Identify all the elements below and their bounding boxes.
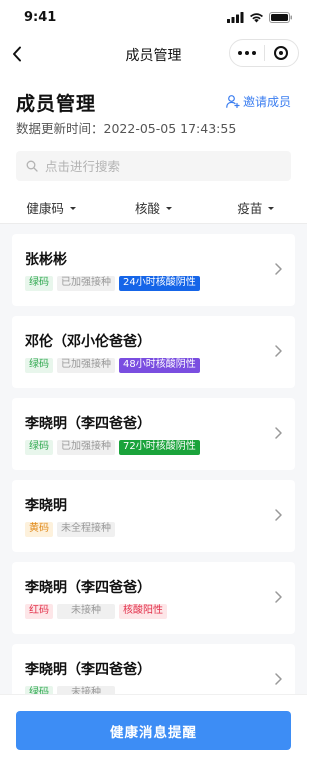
health-code-tag: 黄码 [25,522,53,537]
navigation-bar: 成员管理 [0,34,307,74]
data-update-time: 数据更新时间：2022-05-05 17:43:55 [16,118,236,137]
invite-member-button[interactable]: 邀请成员 [226,93,291,110]
search-icon [26,160,38,172]
signal-icon [227,12,244,23]
search-input[interactable] [45,158,265,174]
close-miniprogram-button[interactable] [264,40,298,66]
nucleic-acid-tag: 核酸阳性 [119,604,167,619]
vaccine-tag: 已加强接种 [57,358,115,373]
chevron-right-icon [275,591,282,603]
filter-label: 核酸 [134,201,160,216]
member-tags: 绿码 已加强接种 24小时核酸阴性 [25,276,200,291]
health-code-tag: 绿码 [25,358,53,373]
nucleic-acid-tag: 72小时核酸阴性 [119,440,200,455]
member-tags: 黄码 未全程接种 [25,522,115,537]
more-icon [237,51,242,55]
health-code-tag: 绿码 [25,276,53,291]
health-code-tag: 红码 [25,604,53,619]
vaccine-tag: 已加强接种 [57,276,115,291]
member-card[interactable]: 李晓明（李四爸爸） 绿码 未接种 [12,644,295,694]
nucleic-acid-tag: 24小时核酸阴性 [119,276,200,291]
member-name: 李晓明（李四爸爸） [25,580,151,596]
chevron-right-icon [275,673,282,685]
close-miniprogram-icon [274,46,289,60]
update-time-label: 数据更新时间： [16,121,104,136]
filter-vaccine[interactable]: 疫苗 [205,192,307,223]
member-name: 张彬彬 [25,252,67,268]
nucleic-acid-tag: 48小时核酸阴性 [119,358,200,373]
health-code-tag: 绿码 [25,440,53,455]
add-person-icon [226,95,240,108]
caret-down-icon [268,206,275,210]
member-name: 邓伦（邓小伦爸爸） [25,334,151,350]
caret-down-icon [69,206,76,210]
health-code-tag: 绿码 [25,686,53,694]
member-card[interactable]: 李晓明（李四爸爸） 绿码 已加强接种 72小时核酸阴性 [12,398,295,470]
status-icons [227,12,293,23]
filter-label: 疫苗 [237,201,263,216]
invite-member-label: 邀请成员 [242,95,291,109]
member-card[interactable]: 李晓明 黄码 未全程接种 [12,480,295,552]
filter-health-code[interactable]: 健康码 [0,192,102,223]
filter-nucleic-acid[interactable]: 核酸 [102,192,204,223]
wifi-icon [250,13,263,23]
member-name: 李晓明（李四爸爸） [25,662,151,678]
member-card[interactable]: 邓伦（邓小伦爸爸） 绿码 已加强接种 48小时核酸阴性 [12,316,295,388]
update-time-value: 2022-05-05 17:43:55 [103,121,237,136]
member-tags: 绿码 已加强接种 72小时核酸阴性 [25,440,200,455]
caret-down-icon [166,206,172,210]
member-tags: 绿码 已加强接种 48小时核酸阴性 [25,358,200,373]
member-card[interactable]: 李晓明（李四爸爸） 红码 未接种 核酸阳性 [12,562,295,634]
vaccine-tag: 已加强接种 [57,440,115,455]
health-reminder-button[interactable]: 健康消息提醒 [16,711,291,750]
more-button[interactable] [230,40,264,66]
vaccine-tag: 未接种 [57,686,115,694]
vaccine-tag: 未全程接种 [57,522,115,537]
chevron-right-icon [275,345,282,357]
chevron-right-icon [275,509,282,521]
bottom-action-bar: 健康消息提醒 [0,694,307,766]
miniprogram-capsule [229,39,299,67]
member-name: 李晓明 [25,498,67,514]
filter-label: 健康码 [26,201,64,216]
filter-bar: 健康码 核酸 疫苗 [0,192,307,224]
search-box[interactable] [16,151,291,181]
member-tags: 绿码 未接种 [25,686,115,694]
member-card[interactable]: 张彬彬 绿码 已加强接种 24小时核酸阴性 [12,234,295,306]
chevron-right-icon [275,427,282,439]
page-title: 成员管理 [16,93,97,115]
status-time: 9:41 [24,10,57,25]
chevron-right-icon [275,263,282,275]
member-list: 张彬彬 绿码 已加强接种 24小时核酸阴性 邓伦（邓小伦爸爸） 绿码 已加强接种… [0,224,307,694]
member-tags: 红码 未接种 核酸阳性 [25,604,167,619]
status-bar: 9:41 [0,0,307,34]
member-name: 李晓明（李四爸爸） [25,416,151,432]
battery-icon [269,12,292,23]
vaccine-tag: 未接种 [57,604,115,619]
